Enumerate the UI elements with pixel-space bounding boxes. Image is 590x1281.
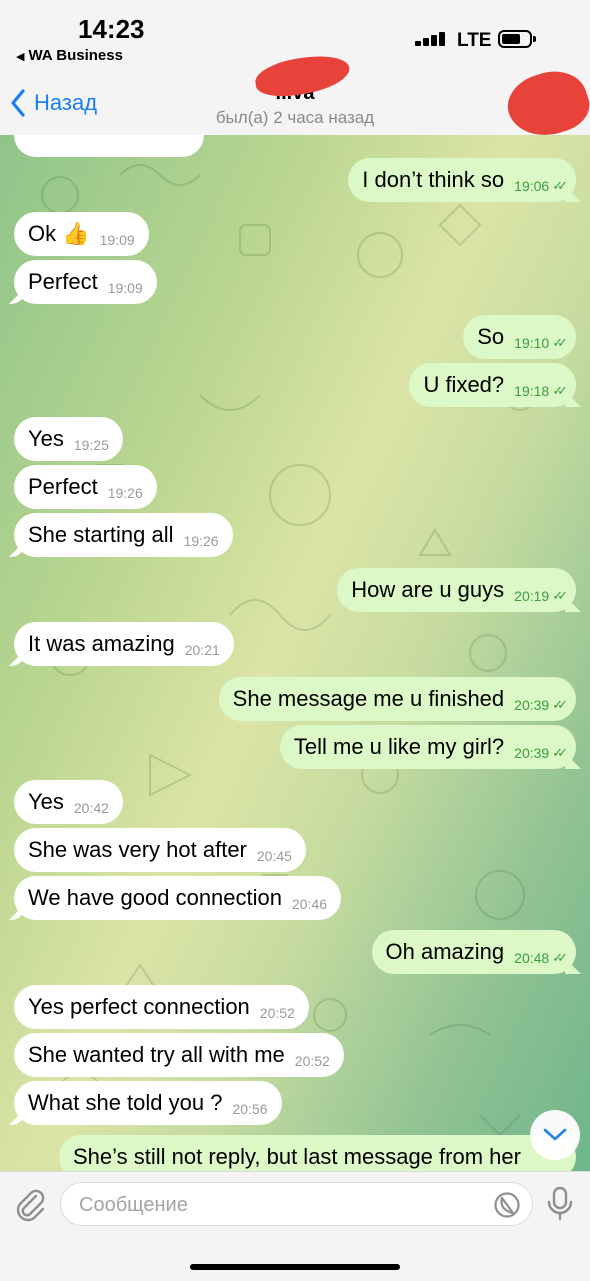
double-check-icon: ✓✓ bbox=[552, 950, 568, 965]
back-triangle-icon: ◀ bbox=[16, 51, 25, 63]
message-outgoing[interactable]: I don’t think so 19:06 ✓✓ bbox=[348, 158, 576, 202]
double-check-icon: ✓✓ bbox=[552, 335, 568, 350]
message-time: 20:19 bbox=[514, 588, 550, 604]
double-check-icon: ✓✓ bbox=[552, 588, 568, 603]
message-text: She’s still not reply, but last message … bbox=[73, 1144, 521, 1169]
battery-icon bbox=[498, 30, 536, 48]
message-incoming[interactable]: Ok 👍 19:09 bbox=[14, 212, 149, 256]
message-time: 19:09 bbox=[107, 280, 143, 296]
message-time: 20:56 bbox=[232, 1101, 268, 1117]
message-text: It was amazing bbox=[28, 631, 175, 656]
message-time: 20:39 bbox=[514, 697, 550, 713]
message-incoming[interactable]: Yes 19:25 bbox=[14, 417, 123, 461]
message-input[interactable] bbox=[77, 1183, 481, 1227]
message-outgoing[interactable]: So 19:10 ✓✓ bbox=[463, 315, 576, 359]
message-incoming[interactable]: She starting all 19:26 bbox=[14, 513, 233, 557]
message-text: Yes bbox=[28, 789, 64, 814]
message-incoming[interactable]: Perfect 19:26 bbox=[14, 465, 157, 509]
message-incoming[interactable]: She wanted try all with me 20:52 bbox=[14, 1033, 344, 1077]
back-to-app-link[interactable]: ◀ WA Business bbox=[16, 47, 123, 64]
message-incoming[interactable]: Perfect 19:09 bbox=[14, 260, 157, 304]
message-time: 19:26 bbox=[107, 485, 143, 501]
message-incoming[interactable]: Yes perfect connection 20:52 bbox=[14, 985, 309, 1029]
message-text: What she told you ? bbox=[28, 1090, 223, 1115]
status-time: 14:23 bbox=[78, 14, 145, 44]
message-text: How are u guys bbox=[351, 577, 505, 602]
message-text: Ok 👍 bbox=[28, 221, 90, 246]
message-time: 19:10 bbox=[514, 335, 550, 351]
message-text: Yes perfect connection bbox=[28, 994, 250, 1019]
back-app-label: WA Business bbox=[28, 47, 123, 64]
message-list[interactable]: I don’t think so 19:06 ✓✓ Ok 👍 19:09 Per… bbox=[0, 135, 590, 1171]
message-text: She wanted try all with me bbox=[28, 1042, 285, 1067]
scroll-to-bottom-button[interactable] bbox=[530, 1110, 580, 1160]
message-outgoing[interactable]: She message me u finished 20:39 ✓✓ bbox=[218, 677, 576, 721]
message-text: We have good connection bbox=[28, 885, 282, 910]
message-time: 19:26 bbox=[183, 533, 219, 549]
message-time: 19:18 bbox=[514, 383, 550, 399]
message-input-field[interactable] bbox=[60, 1182, 533, 1227]
message-outgoing[interactable]: Oh amazing 20:48 ✓✓ bbox=[371, 930, 576, 974]
message-text: She message me u finished bbox=[232, 686, 505, 711]
message-text: Perfect bbox=[28, 474, 98, 499]
avatar-redaction-mark[interactable] bbox=[500, 62, 590, 146]
chevron-down-icon bbox=[543, 1128, 567, 1141]
network-type: LTE bbox=[457, 30, 492, 51]
double-check-icon: ✓✓ bbox=[552, 383, 568, 398]
signal-icon bbox=[415, 30, 449, 46]
message-text: U fixed? bbox=[423, 372, 505, 397]
message-time: 20:52 bbox=[294, 1053, 330, 1069]
chat-header: Назад ...va был(а) 2 часа назад bbox=[0, 51, 590, 146]
message-incoming[interactable]: What she told you ? 20:56 bbox=[14, 1081, 282, 1125]
double-check-icon: ✓✓ bbox=[552, 697, 568, 712]
message-text: Perfect bbox=[28, 269, 98, 294]
message-time: 20:42 bbox=[73, 800, 109, 816]
message-time: 20:39 bbox=[514, 745, 550, 761]
message-outgoing[interactable]: She’s still not reply, but last message … bbox=[59, 1135, 576, 1171]
paperclip-icon[interactable] bbox=[12, 1186, 48, 1222]
message-text: Oh amazing bbox=[385, 939, 505, 964]
message-incoming[interactable]: We have good connection 20:46 bbox=[14, 876, 342, 920]
message-incoming[interactable]: It was amazing 20:21 bbox=[14, 622, 234, 666]
home-indicator[interactable] bbox=[190, 1264, 400, 1270]
last-seen-status: был(а) 2 часа назад bbox=[215, 108, 375, 127]
message-time: 19:09 bbox=[99, 232, 135, 248]
message-time: 20:21 bbox=[184, 642, 220, 658]
double-check-icon: ✓✓ bbox=[552, 178, 568, 193]
message-time: 20:46 bbox=[292, 896, 328, 912]
message-outgoing[interactable]: Tell me u like my girl? 20:39 ✓✓ bbox=[279, 725, 576, 769]
message-text: I don’t think so bbox=[362, 167, 505, 192]
message-text: So bbox=[477, 324, 505, 349]
message-time: 20:45 bbox=[256, 848, 292, 864]
message-text: Yes bbox=[28, 426, 64, 451]
message-time: 20:48 bbox=[514, 950, 550, 966]
message-incoming[interactable]: She was very hot after 20:45 bbox=[14, 828, 306, 872]
message-time: 20:52 bbox=[259, 1005, 295, 1021]
message-text: She was very hot after bbox=[28, 837, 247, 862]
message-text: Tell me u like my girl? bbox=[293, 734, 505, 759]
double-check-icon: ✓✓ bbox=[552, 745, 568, 760]
message-outgoing[interactable]: U fixed? 19:18 ✓✓ bbox=[409, 363, 576, 407]
message-partial-incoming[interactable] bbox=[14, 135, 204, 157]
message-time: 19:06 bbox=[514, 178, 550, 194]
composer-bar bbox=[0, 1171, 590, 1281]
message-incoming[interactable]: Yes 20:42 bbox=[14, 780, 123, 824]
message-time: 19:25 bbox=[73, 437, 109, 453]
sticker-icon[interactable] bbox=[493, 1191, 521, 1219]
microphone-icon[interactable] bbox=[545, 1186, 575, 1222]
message-outgoing[interactable]: How are u guys 20:19 ✓✓ bbox=[337, 568, 576, 612]
message-text: She starting all bbox=[28, 522, 174, 547]
